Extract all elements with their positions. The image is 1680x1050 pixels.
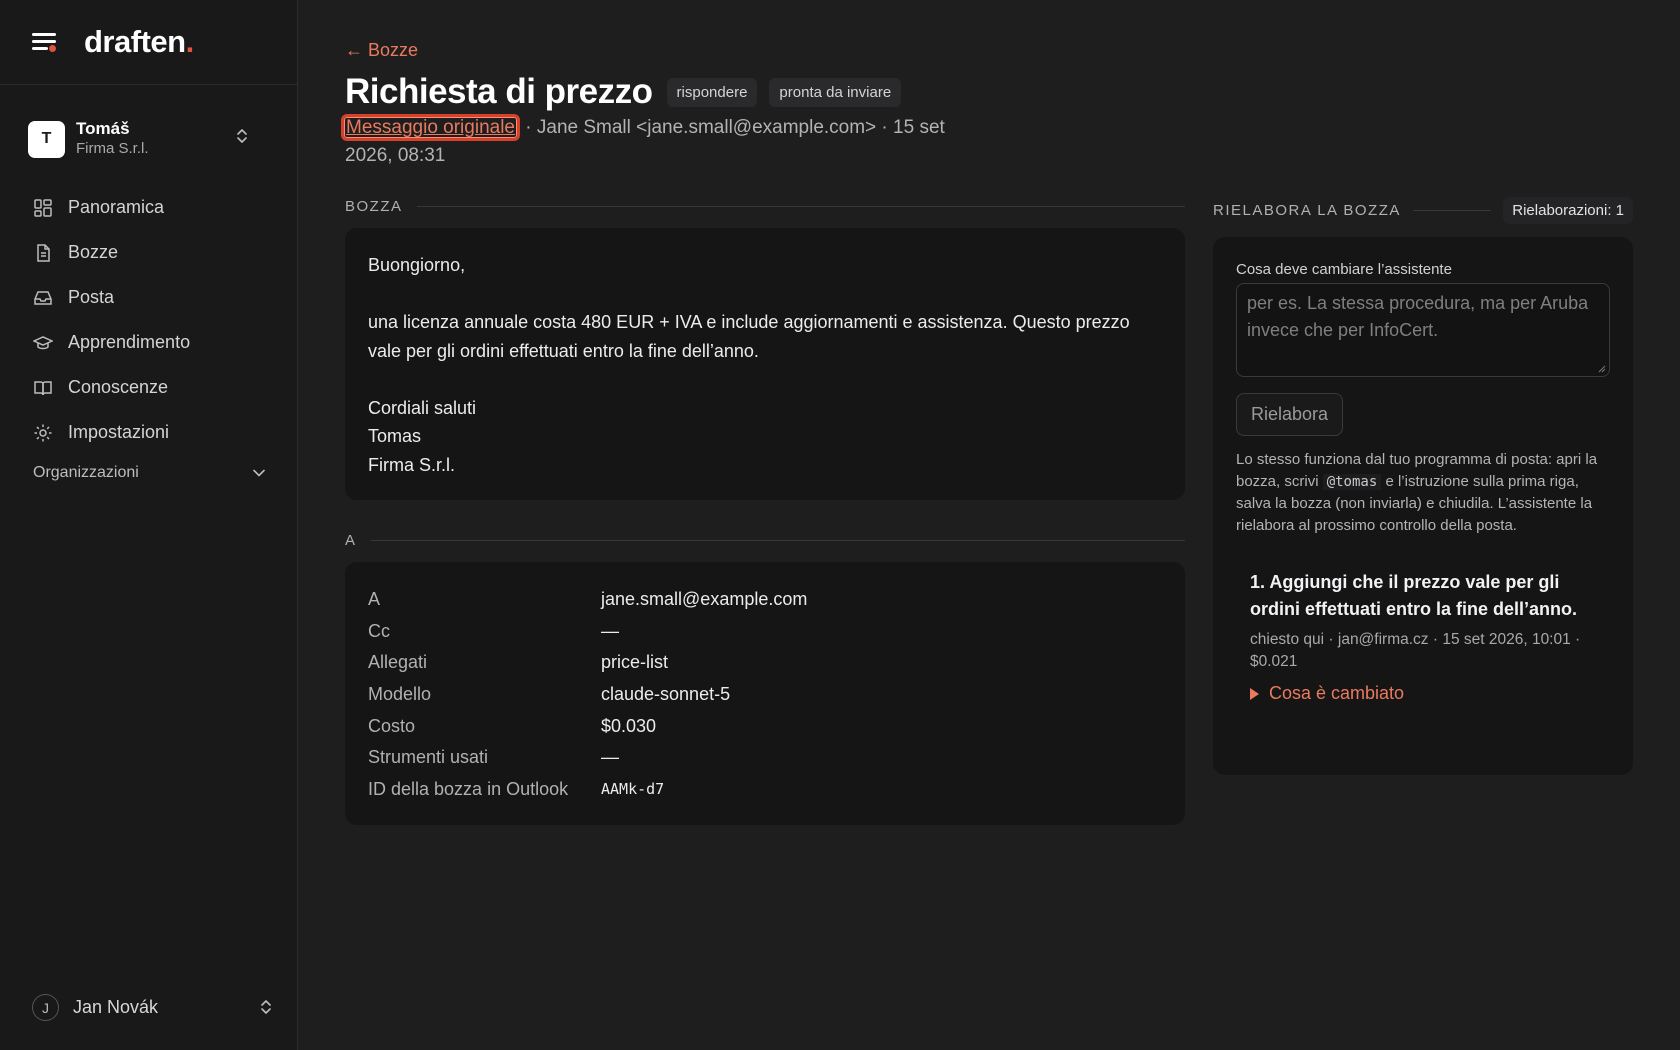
detail-row: Cc — — [368, 616, 1162, 648]
sidebar-item-label: Posta — [68, 287, 115, 307]
detail-key: ID della bozza in Outlook — [368, 778, 569, 799]
sidebar-item-impostazioni[interactable]: Impostazioni — [22, 410, 272, 455]
detail-value: AAMk-d7 — [601, 780, 665, 799]
rework-instruction-input[interactable]: per es. La stessa procedura, ma per Arub… — [1236, 283, 1610, 377]
divider — [370, 540, 1185, 541]
title-row: Richiesta di prezzo rispondere pronta da… — [345, 72, 902, 112]
detail-value: price-list — [601, 652, 669, 673]
rework-field-label: Cosa deve cambiare l’assistente — [1236, 261, 1452, 278]
graduation-cap-icon — [32, 332, 54, 354]
details-section-label: A — [345, 532, 357, 549]
rework-section-label: RIELABORA LA BOZZA — [1213, 202, 1401, 219]
detail-key: Allegati — [368, 652, 428, 673]
what-changed-toggle[interactable]: Cosa è cambiato — [1250, 683, 1610, 704]
sidebar-item-label: Panoramica — [68, 197, 165, 217]
rework-count-badge: Rielaborazioni: 1 — [1503, 197, 1633, 224]
account-name: Tomáš — [76, 119, 130, 138]
chevron-up-down-icon — [260, 998, 272, 1016]
draft-section-header: BOZZA — [345, 198, 1185, 215]
detail-value: jane.small@example.com — [601, 589, 808, 610]
back-to-drafts-link[interactable]: ← Bozze — [345, 40, 418, 61]
sidebar-header: draften. — [0, 0, 297, 85]
detail-value: $0.030 — [601, 715, 657, 736]
divider — [416, 206, 1185, 207]
sidebar-item-label: Apprendimento — [68, 332, 191, 352]
detail-row: Modello claude-sonnet-5 — [368, 679, 1162, 711]
detail-row: Costo $0.030 — [368, 710, 1162, 742]
rework-button[interactable]: Rielabora — [1236, 393, 1344, 436]
draft-section-label: BOZZA — [345, 198, 403, 215]
detail-key: Costo — [368, 715, 416, 736]
details-section-header: A — [345, 532, 1185, 549]
divider — [1412, 210, 1492, 211]
user-avatar: J — [32, 994, 59, 1021]
rework-request-text: 1. Aggiungi che il prezzo vale per gli o… — [1250, 572, 1578, 619]
account-avatar: T — [28, 120, 65, 158]
detail-row: Allegati price-list — [368, 647, 1162, 679]
chevron-up-down-icon — [236, 127, 248, 145]
sidebar-item-bozze[interactable]: Bozze — [22, 230, 272, 275]
detail-row: ID della bozza in Outlook AAMk-d7 — [368, 774, 1162, 806]
sidebar-item-posta[interactable]: Posta — [22, 275, 272, 320]
status-badge: pronta da inviare — [769, 77, 902, 107]
rework-placeholder: per es. La stessa procedura, ma per Arub… — [1247, 293, 1589, 340]
message-meta: Messaggio originale · Jane Small <jane.s… — [341, 114, 985, 170]
rework-request-meta: chiesto qui · jan@firma.cz · 15 set 2026… — [1250, 631, 1581, 670]
sidebar-item-apprendimento[interactable]: Apprendimento — [22, 320, 272, 365]
gear-icon — [32, 422, 54, 444]
sidebar-item-label: Impostazioni — [68, 422, 170, 442]
account-switcher[interactable]: T Tomáš Firma S.r.l. — [28, 115, 270, 163]
sidebar: draften. T Tomáš Firma S.r.l. Panoramica… — [0, 0, 298, 1050]
what-changed-label: Cosa è cambiato — [1269, 683, 1405, 703]
detail-value: — — [601, 747, 619, 768]
detail-row: Ajane.small@example.com — [368, 584, 1162, 616]
rework-section-header: RIELABORA LA BOZZA Rielaborazioni: 1 — [1213, 197, 1633, 224]
page-title: Richiesta di prezzo — [345, 72, 653, 111]
book-icon — [32, 377, 54, 399]
detail-key: Strumenti usati — [368, 747, 489, 768]
rework-request-item: 1. Aggiungi che il prezzo vale per gli o… — [1236, 569, 1610, 704]
detail-key: Cc — [368, 620, 390, 641]
detail-key: A — [368, 589, 381, 610]
detail-row: Strumenti usati — — [368, 742, 1162, 774]
details-card: Ajane.small@example.com Cc — Allegati pric… — [345, 562, 1185, 825]
detail-value: — — [601, 620, 619, 641]
sidebar-nav: Panoramica Bozze Posta Apprendimento Con… — [22, 185, 272, 455]
sidebar-item-label: Conoscenze — [68, 377, 169, 397]
rework-help-text: Lo stesso funziona dal tuo programma di … — [1236, 449, 1610, 537]
dashboard-icon — [32, 197, 54, 219]
user-menu[interactable]: J Jan Novák — [32, 994, 272, 1021]
organizations-label: Organizzazioni — [33, 464, 139, 481]
organizations-toggle[interactable]: Organizzazioni — [33, 464, 265, 482]
account-company: Firma S.r.l. — [76, 140, 149, 157]
user-name: Jan Novák — [73, 997, 159, 1017]
detail-key: Modello — [368, 684, 432, 705]
app-logo[interactable]: draften. — [84, 24, 194, 60]
draft-body: Buongiorno, una licenza annuale costa 48… — [368, 255, 1130, 475]
draft-body-card: Buongiorno, una licenza annuale costa 48… — [345, 228, 1185, 500]
mention-code: @tomas — [1322, 474, 1382, 490]
disclosure-triangle-icon — [1250, 687, 1259, 700]
resize-grip-icon[interactable] — [1598, 365, 1606, 373]
detail-value: claude-sonnet-5 — [601, 684, 731, 705]
document-icon — [32, 242, 54, 264]
sidebar-item-panoramica[interactable]: Panoramica — [22, 185, 272, 230]
sidebar-item-label: Bozze — [68, 242, 119, 262]
sidebar-item-conoscenze[interactable]: Conoscenze — [22, 365, 272, 410]
inbox-icon — [32, 287, 54, 309]
menu-icon[interactable] — [32, 31, 58, 53]
rework-card: Cosa deve cambiare l’assistente per es. … — [1213, 237, 1633, 775]
chevron-down-icon — [253, 464, 265, 482]
tag-badge: rispondere — [666, 77, 758, 107]
original-message-link[interactable]: Messaggio originale — [341, 114, 520, 141]
